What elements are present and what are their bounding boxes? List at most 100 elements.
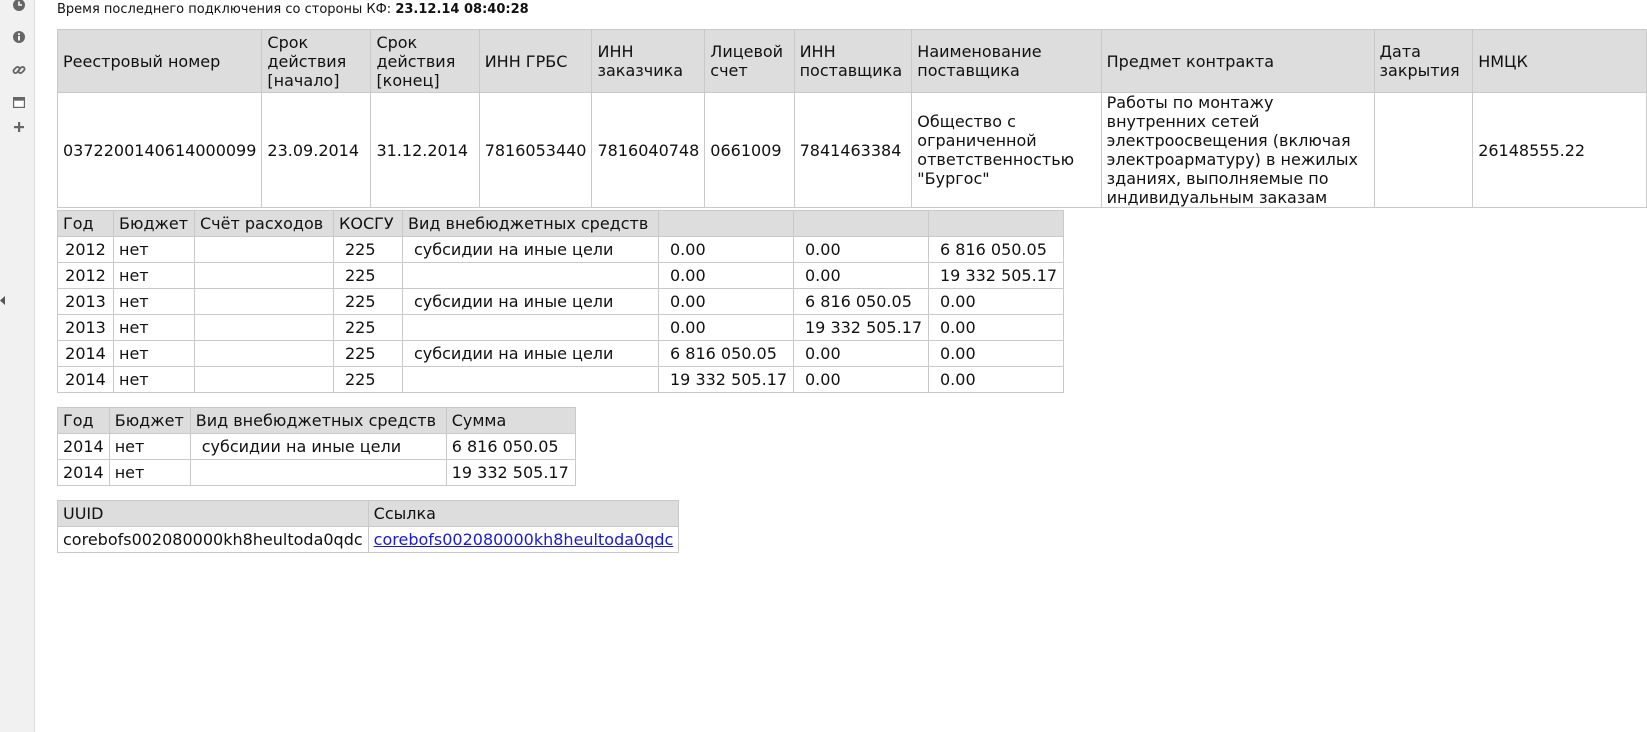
finance-header-year: Год	[57, 210, 114, 237]
clock-icon[interactable]	[12, 0, 26, 12]
amount-cell: 6 816 050.05	[928, 236, 1064, 263]
amount-cell: 19 332 505.17	[928, 262, 1064, 289]
table-row: corebofs002080000kh8heultoda0qdc corebof…	[57, 526, 680, 553]
header-close-date: Дата закрытия	[1373, 29, 1474, 93]
start-date: 23.09.2014	[261, 92, 372, 208]
kosgu-cell: 225	[333, 340, 403, 367]
offbudget-type-cell	[189, 459, 447, 486]
year-cell: 2012	[57, 236, 114, 263]
sum-cell: 6 816 050.05	[445, 433, 576, 460]
amount-cell: 19 332 505.17	[793, 314, 929, 341]
header-supplier-name: Наименование поставщика	[911, 29, 1102, 93]
last-connection-label: Время последнего подключения со стороны …	[57, 2, 392, 17]
header-nmck: НМЦК	[1472, 29, 1647, 93]
finance-header-kosgu: КОСГУ	[333, 210, 403, 237]
budget-cell: нет	[108, 459, 191, 486]
header-registry-number: Реестровый номер	[56, 29, 263, 93]
kosgu-cell: 225	[333, 288, 403, 315]
amount-cell: 0.00	[793, 366, 929, 393]
year-cell: 2014	[57, 366, 114, 393]
table-row: 2014 нет 19 332 505.17	[57, 459, 576, 486]
link-header: Ссылка	[367, 500, 680, 527]
amount-cell: 0.00	[928, 340, 1064, 367]
contract-header-row: Реестровый номер Срок действия [начало] …	[56, 29, 1647, 93]
amount-cell: 6 816 050.05	[793, 288, 929, 315]
contract-row: 0372200140614000099 23.09.2014 31.12.201…	[56, 92, 1647, 208]
header-account: Лицевой счет	[704, 29, 795, 93]
kosgu-cell: 225	[333, 262, 403, 289]
end-date: 31.12.2014	[370, 92, 480, 208]
amount-cell: 0.00	[658, 236, 794, 263]
budget-cell: нет	[113, 314, 195, 341]
uuid-value: corebofs002080000kh8heultoda0qdc	[57, 526, 369, 553]
amount-cell: 6 816 050.05	[658, 340, 794, 367]
uuid-header-row: UUID Ссылка	[57, 500, 680, 527]
budget-cell: нет	[113, 366, 195, 393]
sum-cell: 19 332 505.17	[445, 459, 576, 486]
offbudget-type-cell: субсидии на иные цели	[402, 340, 659, 367]
year-cell: 2014	[57, 433, 110, 460]
nmck: 26148555.22	[1472, 92, 1647, 208]
collapse-arrow-icon[interactable]	[0, 296, 5, 305]
year-cell: 2014	[57, 459, 110, 486]
offbudget-type-cell: субсидии на иные цели	[189, 433, 447, 460]
inn-grbs: 7816053440	[478, 92, 593, 208]
amount-cell: 0.00	[793, 236, 929, 263]
finance-header-col8	[928, 210, 1064, 237]
summary-table: Год Бюджет Вид внебюджетных средств Сумм…	[57, 407, 576, 486]
amount-cell: 0.00	[928, 288, 1064, 315]
supplier-name: Общество с ограниченной ответственностью…	[911, 92, 1102, 208]
offbudget-type-cell: субсидии на иные цели	[402, 236, 659, 263]
registry-number: 0372200140614000099	[56, 92, 263, 208]
finance-header-col6	[658, 210, 794, 237]
amount-cell: 0.00	[658, 262, 794, 289]
finance-header-offbudget-type: Вид внебюджетных средств	[402, 210, 659, 237]
table-row: 2013 нет 225 0.00 19 332 505.17 0.00	[57, 314, 1064, 341]
finance-header-row: Год Бюджет Счёт расходов КОСГУ Вид внебю…	[57, 210, 1064, 237]
expense-account-cell	[194, 288, 334, 315]
last-connection-status: Время последнего подключения со стороны …	[57, 2, 529, 17]
summary-header-year: Год	[57, 407, 110, 434]
uuid-table: UUID Ссылка corebofs002080000kh8heultoda…	[57, 500, 680, 553]
uuid-link-cell: corebofs002080000kh8heultoda0qdc	[367, 526, 680, 553]
uuid-header: UUID	[57, 500, 369, 527]
amount-cell: 19 332 505.17	[658, 366, 794, 393]
account: 0661009	[704, 92, 795, 208]
amount-cell: 0.00	[658, 314, 794, 341]
expense-account-cell	[194, 314, 334, 341]
calendar-icon[interactable]	[12, 95, 26, 109]
last-connection-time: 23.12.14 08:40:28	[395, 2, 529, 17]
offbudget-type-cell	[402, 262, 659, 289]
uuid-link[interactable]: corebofs002080000kh8heultoda0qdc	[374, 530, 674, 549]
offbudget-type-cell: субсидии на иные цели	[402, 288, 659, 315]
inn-supplier: 7841463384	[793, 92, 913, 208]
year-cell: 2014	[57, 340, 114, 367]
expense-account-cell	[194, 366, 334, 393]
inn-customer: 7816040748	[591, 92, 706, 208]
kosgu-cell: 225	[333, 236, 403, 263]
finance-header-budget: Бюджет	[113, 210, 195, 237]
budget-cell: нет	[113, 262, 195, 289]
kosgu-cell: 225	[333, 314, 403, 341]
amount-cell: 0.00	[928, 366, 1064, 393]
header-inn-customer: ИНН заказчика	[591, 29, 706, 93]
info-icon[interactable]	[12, 30, 26, 44]
contract-subject: Работы по монтажу внутренних сетей элект…	[1100, 92, 1375, 208]
year-cell: 2012	[57, 262, 114, 289]
table-row: 2014 нет 225 субсидии на иные цели 6 816…	[57, 340, 1064, 367]
table-row: 2012 нет 225 субсидии на иные цели 0.00 …	[57, 236, 1064, 263]
summary-header-sum: Сумма	[445, 407, 576, 434]
budget-cell: нет	[113, 236, 195, 263]
budget-cell: нет	[113, 340, 195, 367]
header-end-date: Срок действия [конец]	[370, 29, 480, 93]
header-inn-supplier: ИНН поставщика	[793, 29, 913, 93]
summary-header-budget: Бюджет	[108, 407, 191, 434]
plus-icon[interactable]	[12, 120, 26, 134]
sidebar	[0, 0, 35, 732]
link-icon[interactable]	[12, 63, 26, 77]
close-date	[1373, 92, 1474, 208]
year-cell: 2013	[57, 288, 114, 315]
contract-table: Реестровый номер Срок действия [начало] …	[56, 29, 1647, 208]
offbudget-type-cell	[402, 314, 659, 341]
summary-header-offbudget-type: Вид внебюджетных средств	[189, 407, 447, 434]
